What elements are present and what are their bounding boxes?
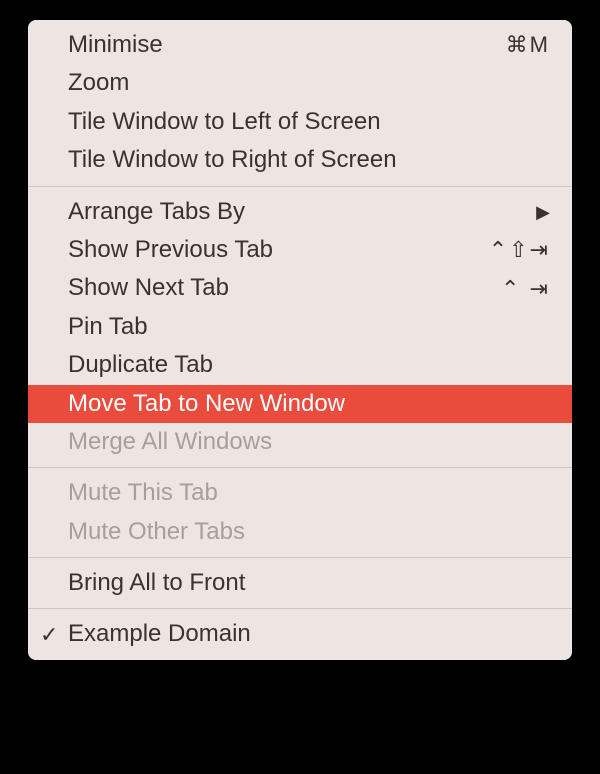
menu-item-minimise[interactable]: Minimise⌘M [28,26,572,64]
menu-item-pin-tab[interactable]: Pin Tab [28,308,572,346]
menu-item-mute-other-tabs: Mute Other Tabs [28,513,572,551]
menu-item-label: Mute Other Tabs [68,516,550,548]
menu-item-example-domain[interactable]: ✓ Example Domain [28,615,572,653]
menu-item-mute-this-tab: Mute This Tab [28,474,572,512]
menu-item-label: Merge All Windows [68,426,550,458]
menu-separator [28,557,572,558]
menu-item-label: Duplicate Tab [68,349,550,381]
menu-item-zoom[interactable]: Zoom [28,64,572,102]
menu-item-label: Bring All to Front [68,567,550,599]
menu-item-label: Tile Window to Right of Screen [68,144,550,176]
menu-separator [28,467,572,468]
menu-item-show-next-tab[interactable]: Show Next Tab⌃ ⇥ [28,269,572,307]
menu-item-move-tab-to-new-window[interactable]: Move Tab to New Window [28,385,572,423]
menu-item-shortcut: ⌃⇧⇥ [489,235,550,265]
menu-item-label: Minimise [68,29,506,61]
menu-item-tile-window-to-left-of-screen[interactable]: Tile Window to Left of Screen [28,103,572,141]
checkmark-icon: ✓ [40,620,58,650]
menu-item-arrange-tabs-by[interactable]: Arrange Tabs By▶ [28,193,572,231]
menu-item-label: Show Next Tab [68,272,501,304]
menu-item-label: Show Previous Tab [68,234,489,266]
menu-separator [28,608,572,609]
menu-item-label: Tile Window to Left of Screen [68,106,550,138]
menu-item-label: Move Tab to New Window [68,388,550,420]
window-menu: Minimise⌘MZoomTile Window to Left of Scr… [28,20,572,660]
menu-item-tile-window-to-right-of-screen[interactable]: Tile Window to Right of Screen [28,141,572,179]
menu-item-shortcut: ⌘M [506,30,550,60]
menu-separator [28,186,572,187]
menu-item-show-previous-tab[interactable]: Show Previous Tab⌃⇧⇥ [28,231,572,269]
menu-item-merge-all-windows: Merge All Windows [28,423,572,461]
menu-item-shortcut: ⌃ ⇥ [501,274,550,304]
menu-item-bring-all-to-front[interactable]: Bring All to Front [28,564,572,602]
menu-item-label: Arrange Tabs By [68,196,536,228]
menu-item-label: Zoom [68,67,550,99]
menu-item-label: Pin Tab [68,311,550,343]
submenu-arrow-icon: ▶ [536,200,550,224]
menu-item-label: Mute This Tab [68,477,550,509]
menu-item-duplicate-tab[interactable]: Duplicate Tab [28,346,572,384]
menu-item-label: Example Domain [68,618,550,650]
